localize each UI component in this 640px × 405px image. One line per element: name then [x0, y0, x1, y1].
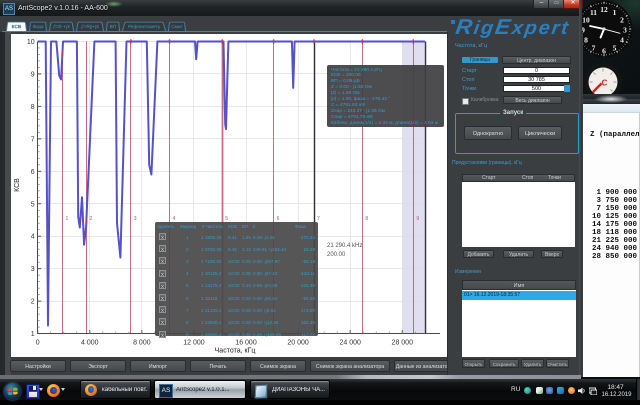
- svg-text:5: 5: [31, 201, 35, 208]
- svg-text:КСВ: КСВ: [14, 178, 21, 192]
- svg-text:200.00: 200.00: [327, 252, 346, 258]
- svg-text:3: 3: [623, 26, 627, 35]
- svg-text:21 290.4 kHz: 21 290.4 kHz: [327, 243, 362, 249]
- svg-text:5: 5: [613, 44, 617, 53]
- svg-text:2: 2: [31, 299, 35, 306]
- svg-text:1: 1: [613, 8, 617, 17]
- svg-text:8: 8: [31, 104, 35, 111]
- svg-text:16 000: 16 000: [235, 340, 257, 347]
- svg-text:1: 1: [31, 331, 35, 338]
- svg-text:1: 1: [65, 216, 68, 222]
- svg-text:9: 9: [416, 216, 419, 222]
- svg-text:2: 2: [620, 16, 624, 25]
- svg-text:Частота, кГц: Частота, кГц: [215, 348, 256, 355]
- svg-text:8 000: 8 000: [133, 340, 151, 347]
- svg-text:10: 10: [27, 39, 35, 46]
- svg-text:7: 7: [592, 44, 596, 53]
- svg-text:6: 6: [602, 47, 606, 56]
- svg-text:0: 0: [36, 340, 40, 347]
- svg-text:12 000: 12 000: [183, 340, 205, 347]
- svg-text:20 000: 20 000: [287, 340, 309, 347]
- svg-text:4: 4: [620, 36, 624, 45]
- svg-text:7: 7: [31, 136, 35, 143]
- svg-text:7: 7: [317, 216, 320, 222]
- svg-text:3: 3: [31, 266, 35, 273]
- svg-text:8: 8: [365, 216, 368, 222]
- svg-text:2: 2: [90, 216, 93, 222]
- svg-text:4: 4: [31, 234, 35, 241]
- svg-text:4 000: 4 000: [81, 340, 99, 347]
- svg-text:24 000: 24 000: [339, 340, 361, 347]
- svg-text:28 000: 28 000: [392, 340, 414, 347]
- svg-text:9: 9: [31, 71, 35, 78]
- svg-text:3: 3: [134, 216, 137, 222]
- svg-text:6: 6: [31, 169, 35, 176]
- svg-text:12: 12: [600, 5, 608, 14]
- svg-text:C: C: [602, 79, 608, 88]
